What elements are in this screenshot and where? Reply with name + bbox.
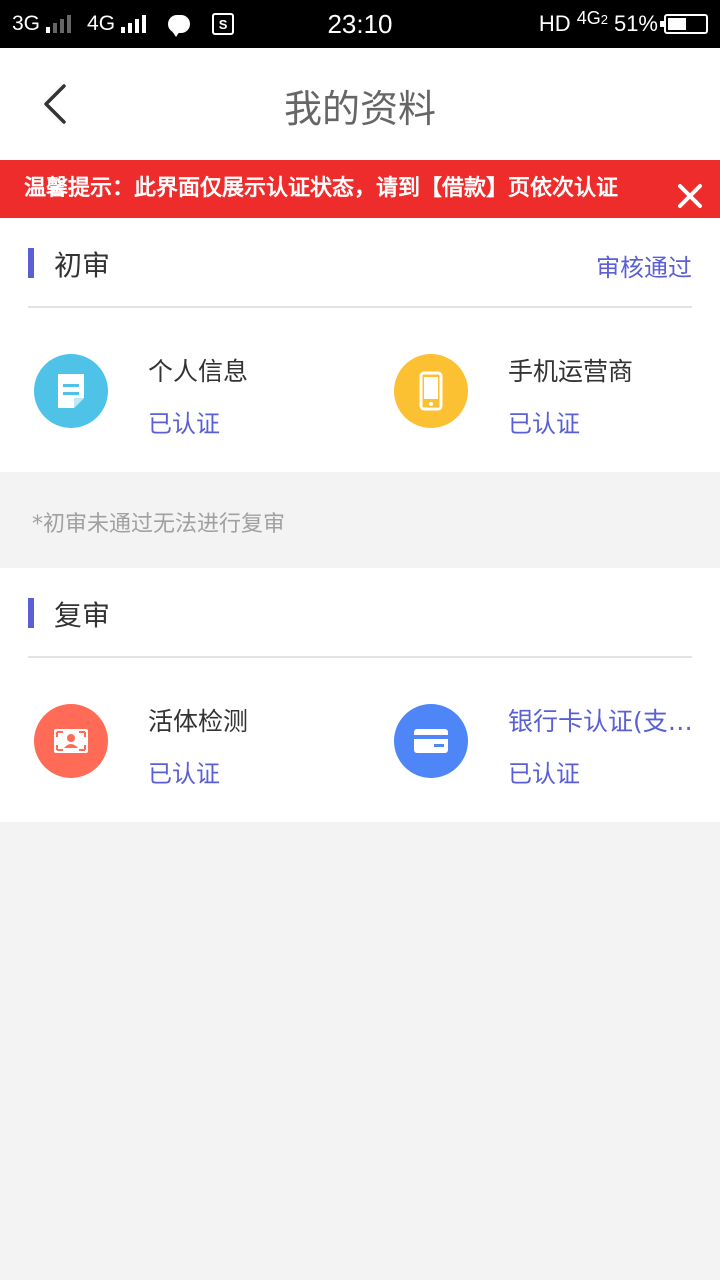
- section-accent-bar: [28, 598, 34, 628]
- item-personal-info[interactable]: 个人信息 已认证: [28, 332, 368, 442]
- second-review-section: 复审 活体检测 已认证 银行卡认证(支付宝) 已认证: [0, 568, 720, 822]
- notice-banner: 温馨提示：此界面仅展示认证状态，请到【借款】页依次认证: [0, 160, 720, 218]
- page-title: 我的资料: [283, 87, 436, 131]
- item-state: 已认证: [148, 410, 220, 438]
- status-bar: 3G 4G S 23:10 HD 4G2 51%: [0, 0, 720, 48]
- item-state: 已认证: [508, 410, 580, 438]
- notice-text: 温馨提示：此界面仅展示认证状态，请到【借款】页依次认证: [24, 176, 619, 201]
- initial-review-section: 初审 审核通过 个人信息 已认证 手机运营商 已认证: [0, 218, 720, 472]
- banner-close-button[interactable]: [676, 175, 704, 208]
- item-liveness-detection[interactable]: 活体检测 已认证: [28, 682, 368, 792]
- item-state: 已认证: [508, 760, 580, 788]
- app-header: 我的资料: [0, 48, 720, 160]
- initial-review-header: 初审 审核通过: [28, 218, 692, 308]
- review-status: 审核通过: [596, 254, 692, 282]
- item-state: 已认证: [148, 760, 220, 788]
- bank-card-icon: [394, 704, 468, 778]
- item-name: 手机运营商: [508, 357, 634, 386]
- item-bank-card[interactable]: 银行卡认证(支付宝) 已认证: [388, 682, 720, 792]
- close-icon: [678, 184, 702, 208]
- item-name: 活体检测: [148, 707, 249, 736]
- battery-percent: 51%: [613, 11, 658, 36]
- network-4g2-label: 4G2: [576, 7, 608, 28]
- review-note: *初审未通过无法进行复审: [32, 512, 286, 537]
- section-title: 复审: [54, 599, 111, 632]
- phone-icon: [394, 354, 468, 428]
- item-mobile-carrier[interactable]: 手机运营商 已认证: [388, 332, 720, 442]
- item-name: 个人信息: [148, 357, 249, 386]
- section-title: 初审: [54, 249, 111, 282]
- hd-label: HD: [538, 11, 571, 36]
- section-accent-bar: [28, 248, 34, 278]
- item-name: 银行卡认证(支付宝): [508, 707, 698, 736]
- battery-icon: [660, 14, 708, 34]
- document-icon: [34, 354, 108, 428]
- second-review-header: 复审: [28, 568, 692, 658]
- face-scan-icon: [34, 704, 108, 778]
